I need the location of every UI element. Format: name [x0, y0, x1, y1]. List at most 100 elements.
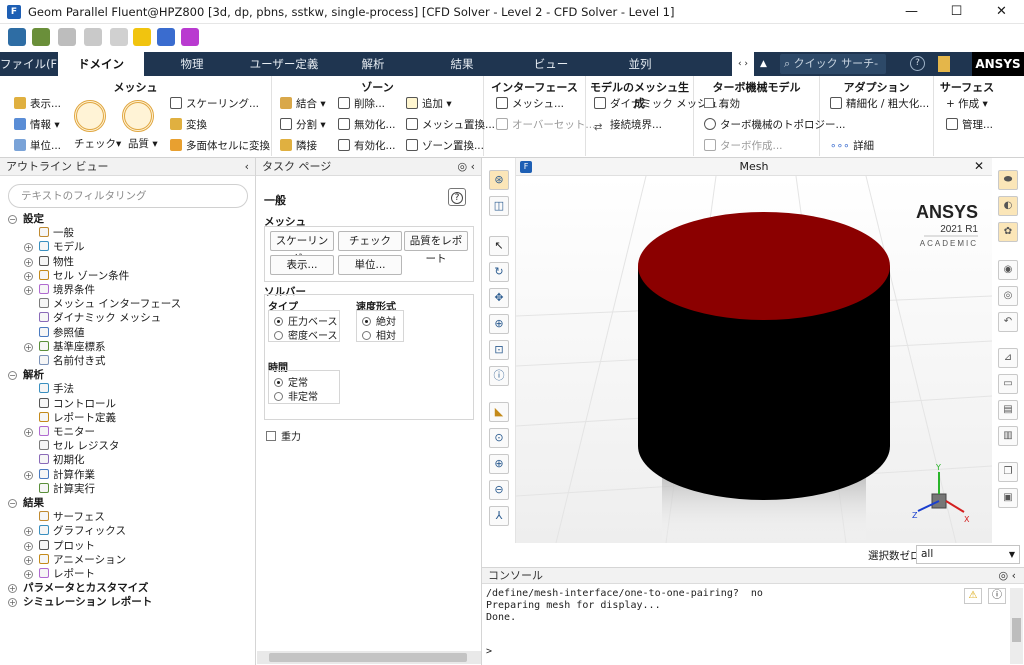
zoom-box-icon[interactable]: ⊡ [489, 340, 509, 360]
tree-item[interactable]: セル レジスタ [24, 439, 119, 453]
absolute-radio[interactable]: 絶対 [362, 313, 396, 328]
view-orientation-icon[interactable]: ◫ [489, 196, 509, 216]
zone-separate-button[interactable]: 分割 ▾ [280, 117, 326, 132]
mesh-units-button[interactable]: 単位... [14, 138, 61, 153]
expand-icon[interactable]: + [24, 428, 33, 437]
turbo-enable-checkbox[interactable]: 有効 [704, 96, 740, 111]
collapse-icon[interactable]: − [8, 215, 17, 224]
replace-zone-button[interactable]: ゾーン置換... [406, 138, 484, 153]
expand-icon[interactable]: + [24, 271, 33, 281]
select-icon[interactable]: ◣ [489, 402, 509, 422]
mesh-check-button[interactable]: チェック▾ [74, 136, 121, 151]
tree-item[interactable]: + 境界条件 [24, 283, 95, 297]
pointer-icon[interactable]: ↖ [489, 236, 509, 256]
scale-button[interactable]: スケーリング... [270, 231, 334, 265]
expand-icon[interactable]: + [8, 584, 17, 594]
legend-icon[interactable]: ▥ [998, 426, 1018, 446]
save-image-icon[interactable]: ▣ [998, 488, 1018, 508]
surface-create-button[interactable]: + 作成 ▾ [946, 96, 988, 111]
notes-icon[interactable] [938, 56, 950, 72]
tree-item[interactable]: メッシュ インターフェース [24, 297, 181, 311]
tree-item[interactable]: 初期化 [24, 453, 85, 467]
tree-item[interactable]: + シミュレーション レポート [8, 595, 152, 609]
tab-scroll-icon[interactable]: ‹ › [732, 52, 754, 76]
tab-parallel[interactable]: 並列 [594, 52, 686, 76]
minimize-button[interactable]: — [889, 0, 934, 24]
console-scrollbar[interactable] [1010, 588, 1023, 664]
view-icon[interactable]: ◉ [998, 260, 1018, 280]
tab-user-defined[interactable]: ユーザー定義 [238, 52, 330, 76]
expand-icon[interactable]: + [24, 527, 33, 537]
mesh-transform-button[interactable]: 変換 [170, 117, 207, 132]
mesh-edges-icon[interactable]: ✿ [998, 222, 1018, 242]
overset-button[interactable]: オーバーセット... [496, 117, 595, 132]
graphics-canvas[interactable]: ANSYS 2021 R1 ACADEMIC Y Z X [516, 176, 992, 543]
expand-icon[interactable]: + [24, 541, 33, 551]
pan-icon[interactable]: ✥ [489, 288, 509, 308]
probe-info-icon[interactable]: ⓘ [489, 366, 509, 386]
expand-icon[interactable]: + [24, 342, 33, 352]
fit-view-icon[interactable]: ⊛ [489, 170, 509, 190]
close-window-button[interactable]: ✕ [979, 0, 1024, 24]
collapse-ribbon-icon[interactable]: ▲ [760, 52, 774, 76]
expand-icon[interactable]: + [8, 598, 17, 608]
tree-item[interactable]: + パラメータとカスタマイズ [8, 581, 148, 595]
hide-view-icon[interactable]: ◎ [998, 286, 1018, 306]
tree-item[interactable]: + 物性 [24, 255, 74, 269]
expand-icon[interactable]: + [24, 570, 33, 579]
turbo-create-button[interactable]: ターボ作成... [704, 138, 783, 153]
lightning-icon[interactable] [110, 28, 128, 46]
expand-icon[interactable]: + [24, 555, 33, 565]
tree-item[interactable]: レポート定義 [24, 411, 116, 425]
display-mode-icon[interactable]: ⬬ [998, 170, 1018, 190]
zoom-fit-icon[interactable]: ⊙ [489, 428, 509, 448]
plot-icon[interactable]: ⊿ [998, 348, 1018, 368]
rotate-icon[interactable]: ↻ [489, 262, 509, 282]
info-icon[interactable]: ⓘ [988, 588, 1006, 604]
help-icon[interactable]: ? [448, 188, 466, 206]
collapse-icon[interactable]: − [8, 371, 17, 381]
tab-physics[interactable]: 物理 [146, 52, 238, 76]
check-button[interactable]: チェック [338, 231, 402, 251]
maximize-button[interactable]: ☐ [934, 0, 979, 24]
console-options-icon[interactable]: ◎ ‹ [999, 568, 1017, 584]
selection-filter-select[interactable]: all ▼ [916, 545, 1020, 564]
tab-view[interactable]: ビュー [508, 52, 594, 76]
reset-view-icon[interactable]: ↶ [998, 312, 1018, 332]
tree-item[interactable]: 名前付き式 [24, 354, 106, 368]
interface-mesh-button[interactable]: メッシュ... [496, 96, 564, 111]
settings-list-icon[interactable] [157, 28, 175, 46]
tree-item[interactable]: サーフェス [24, 510, 105, 524]
tree-item[interactable]: + レポート [24, 567, 95, 581]
refine-coarsen-button[interactable]: 精細化 / 粗大化... [830, 96, 929, 111]
console-output[interactable]: /define/mesh-interface/one-to-one-pairin… [486, 588, 763, 624]
tab-file[interactable]: ファイル(F) [0, 52, 62, 76]
tree-item[interactable]: ダイナミック メッシュ [24, 311, 161, 325]
mesh-icon[interactable] [8, 28, 26, 46]
close-graphics-icon[interactable]: ✕ [974, 159, 984, 173]
adaption-details-button[interactable]: ∘∘∘ 詳細 [830, 138, 874, 153]
filter-text-input[interactable]: テキストのフィルタリング [8, 184, 248, 208]
tree-item[interactable]: − 解析 [8, 368, 44, 382]
expand-icon[interactable]: + [24, 257, 33, 267]
tree-item[interactable]: 計算実行 [24, 482, 95, 496]
zoom-in-icon[interactable]: ⊕ [489, 454, 509, 474]
transient-radio[interactable]: 非定常 [274, 388, 318, 403]
tree-item[interactable]: + 基準座標系 [24, 340, 106, 354]
colormap-icon[interactable]: ▭ [998, 374, 1018, 394]
pressure-based-radio[interactable]: 圧力ベース [274, 313, 338, 328]
surface-manage-button[interactable]: 管理... [946, 117, 993, 132]
tree-item[interactable]: + セル ゾーン条件 [24, 269, 129, 283]
report-quality-button[interactable]: 品質をレポート [404, 231, 468, 265]
task-page-scrollbar[interactable] [257, 651, 481, 664]
zone-combine-button[interactable]: 結合 ▾ [280, 96, 326, 111]
zone-append-button[interactable]: 追加 ▾ [406, 96, 452, 111]
mesh-info-button[interactable]: 情報 ▾ [14, 117, 60, 132]
tree-item[interactable]: − 設定 [8, 212, 44, 226]
write-case-icon[interactable] [58, 28, 76, 46]
tree-item[interactable]: + プロット [24, 539, 95, 553]
mesh-display-button[interactable]: 表示... [14, 96, 61, 111]
zone-activate-button[interactable]: 有効化... [338, 138, 396, 153]
tree-item[interactable]: 一般 [24, 226, 74, 240]
axes-icon[interactable]: ⅄ [489, 506, 509, 526]
